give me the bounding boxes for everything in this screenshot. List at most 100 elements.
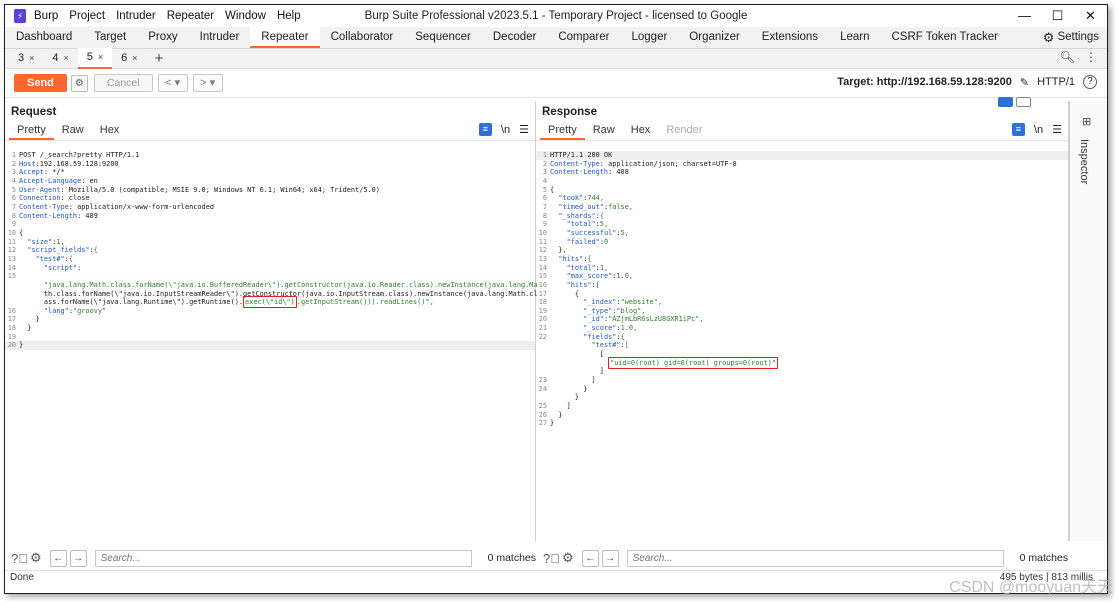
tab-learn[interactable]: Learn [829, 27, 880, 48]
tab-logger[interactable]: Logger [620, 27, 678, 48]
chevron-right-icon: > [200, 77, 207, 89]
newline-icon[interactable]: \n [501, 124, 510, 136]
line-number: 2 [542, 159, 547, 168]
code-text: "script_fields":{ [27, 246, 98, 255]
next-match-button[interactable]: → [601, 549, 619, 567]
search-icon[interactable]: 🔍︎ [1060, 50, 1075, 64]
help-icon[interactable]: ?⃝ [11, 551, 28, 566]
close-tab-icon[interactable]: × [98, 48, 103, 67]
tab-decoder[interactable]: Decoder [482, 27, 547, 48]
layout-toggle[interactable] [998, 97, 1031, 107]
tab-comparer[interactable]: Comparer [547, 27, 620, 48]
repeater-tab-6[interactable]: 6 × [112, 49, 146, 68]
close-tab-icon[interactable]: × [64, 49, 69, 68]
http-version[interactable]: HTTP/1 [1037, 76, 1075, 88]
response-tab-hex[interactable]: Hex [623, 121, 659, 140]
add-tab-icon[interactable]: + [155, 50, 164, 67]
tab-dashboard[interactable]: Dashboard [5, 27, 83, 48]
request-tab-raw[interactable]: Raw [54, 121, 92, 140]
inspector-panel: ⊞ Inspector [998, 97, 1107, 541]
more-options-icon[interactable]: ⋮ [1085, 50, 1097, 64]
code-text: "java.lang.Math.class.forName(\"java.io.… [19, 280, 538, 289]
dropdown-icon: ▾ [209, 77, 216, 89]
forward-button[interactable]: > ▾ [192, 74, 223, 92]
close-icon[interactable]: ✕ [1074, 5, 1107, 27]
menu-icon[interactable]: ☰ [1052, 123, 1062, 136]
tab-sequencer[interactable]: Sequencer [404, 27, 482, 48]
wrap-lines-icon[interactable]: ≡ [1011, 123, 1025, 136]
request-editor[interactable]: 1 POST /_search?pretty HTTP/1.1 2 Host:192.… [5, 147, 538, 541]
response-editor[interactable]: 1 HTTP/1.1 200 OK 2 Content-Type: applicati… [536, 147, 1068, 541]
response-code-line: 17 { [536, 290, 1068, 299]
target-label: Target: http://192.168.59.128:9200 [837, 76, 1012, 88]
tab-repeater[interactable]: Repeater [250, 27, 320, 48]
tab-csrf-token-tracker[interactable]: CSRF Token Tracker [880, 27, 1009, 48]
code-text: "_index":"website", [583, 298, 663, 307]
response-code-line: 26 } [536, 411, 1068, 420]
response-code-line: 9 "total":5, [536, 220, 1068, 229]
menu-window[interactable]: Window [225, 10, 266, 22]
response-code-line: 12 }, [536, 246, 1068, 255]
maximize-icon[interactable]: ☐ [1041, 5, 1074, 27]
newline-icon[interactable]: \n [1034, 124, 1043, 136]
help-icon[interactable]: ? [1083, 75, 1097, 89]
response-search-input[interactable] [626, 549, 1004, 567]
response-code-line: 20 "_id":"AZjmLbR6sLzU8GXR1iPc", [536, 315, 1068, 324]
code-text: "failed":0 [566, 237, 609, 246]
split-horizontal-icon[interactable] [998, 97, 1013, 107]
response-tab-pretty[interactable]: Pretty [540, 121, 585, 140]
menu-repeater[interactable]: Repeater [167, 10, 214, 22]
request-code-line: 15 [5, 272, 535, 281]
gear-icon[interactable]: ⚙ [30, 550, 42, 566]
tab-target[interactable]: Target [83, 27, 137, 48]
repeater-tab-3[interactable]: 3 × [9, 49, 43, 68]
gear-icon[interactable]: ⚙ [70, 74, 88, 92]
menu-icon[interactable]: ☰ [519, 123, 529, 136]
tab-intruder[interactable]: Intruder [189, 27, 251, 48]
code-text: "fields":{ [583, 332, 625, 341]
settings-button[interactable]: ⚙ Settings [1043, 27, 1099, 48]
previous-match-button[interactable]: ← [581, 549, 599, 567]
split-vertical-icon[interactable] [1016, 97, 1031, 107]
minimize-icon[interactable]: — [1008, 5, 1041, 27]
inspector-label[interactable]: Inspector [1078, 139, 1090, 184]
gear-icon[interactable]: ⚙ [562, 550, 574, 566]
wrap-lines-icon[interactable]: ≡ [478, 123, 492, 136]
line-number: 7 [542, 202, 547, 211]
repeater-tabs: 3 × 4 × 5 × 6 × + 🔍︎ ⋮ [5, 48, 1107, 69]
line-number: 6 [542, 194, 547, 203]
close-tab-icon[interactable]: × [29, 49, 34, 68]
line-number: 7 [11, 202, 16, 211]
code-text: [ [550, 350, 604, 359]
request-search-input[interactable] [94, 549, 472, 567]
back-button[interactable]: < ▾ [157, 74, 188, 92]
tab-organizer[interactable]: Organizer [678, 27, 751, 48]
help-icon[interactable]: ?⃝ [543, 551, 560, 566]
line-number: 5 [11, 185, 16, 194]
response-code-line: "uid=0(root) gid=0(root) groups=0(root)" [536, 356, 1068, 369]
menu-project[interactable]: Project [69, 10, 105, 22]
inspector-icon[interactable]: ⊞ [1082, 115, 1091, 128]
menu-burp[interactable]: Burp [34, 10, 58, 22]
tab-extensions[interactable]: Extensions [751, 27, 829, 48]
code-text: } [19, 324, 32, 333]
tab-proxy[interactable]: Proxy [137, 27, 188, 48]
tab-collaborator[interactable]: Collaborator [320, 27, 405, 48]
repeater-tab-4[interactable]: 4 × [43, 49, 77, 68]
line-number: 11 [538, 237, 547, 246]
request-tab-hex[interactable]: Hex [92, 121, 128, 140]
tab-tools: 🔍︎ ⋮ [1060, 50, 1097, 64]
next-match-button[interactable]: → [69, 549, 87, 567]
menu-help[interactable]: Help [277, 10, 301, 22]
cancel-button[interactable]: Cancel [93, 74, 153, 92]
response-tab-render[interactable]: Render [658, 121, 710, 140]
previous-match-button[interactable]: ← [49, 549, 67, 567]
edit-pencil-icon[interactable]: ✎ [1020, 76, 1029, 89]
send-button[interactable]: Send [14, 74, 67, 92]
repeater-tab-5[interactable]: 5 × [77, 48, 113, 69]
request-tab-pretty[interactable]: Pretty [9, 121, 54, 140]
response-code-line: 6 "took":744, [536, 194, 1068, 203]
menu-intruder[interactable]: Intruder [116, 10, 156, 22]
close-tab-icon[interactable]: × [132, 49, 137, 68]
response-tab-raw[interactable]: Raw [585, 121, 623, 140]
